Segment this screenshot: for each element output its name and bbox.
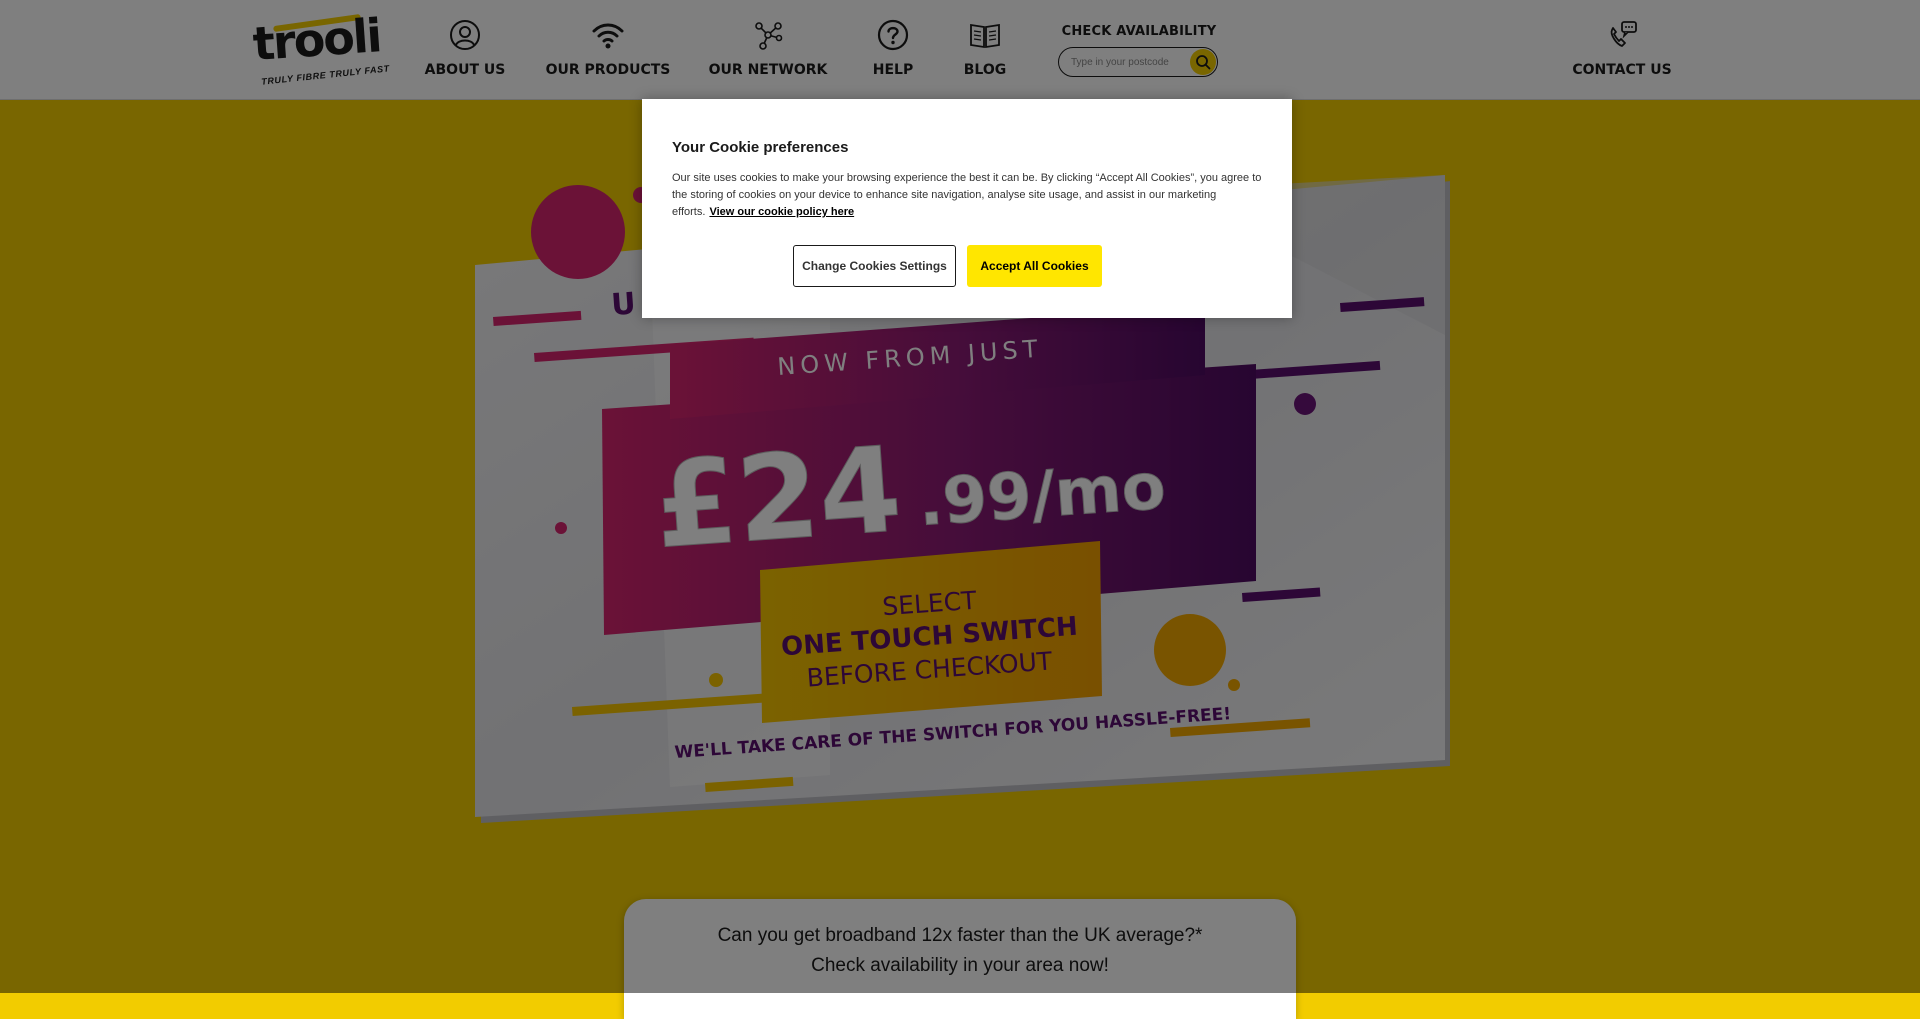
- cookie-body: Our site uses cookies to make your brows…: [672, 170, 1262, 221]
- cookie-dialog: Your Cookie preferences Our site uses co…: [642, 99, 1292, 318]
- cookie-policy-link[interactable]: View our cookie policy here: [709, 206, 854, 218]
- accept-all-cookies-button[interactable]: Accept All Cookies: [967, 245, 1102, 287]
- change-cookie-settings-button[interactable]: Change Cookies Settings: [793, 245, 956, 287]
- cookie-title: Your Cookie preferences: [672, 139, 849, 156]
